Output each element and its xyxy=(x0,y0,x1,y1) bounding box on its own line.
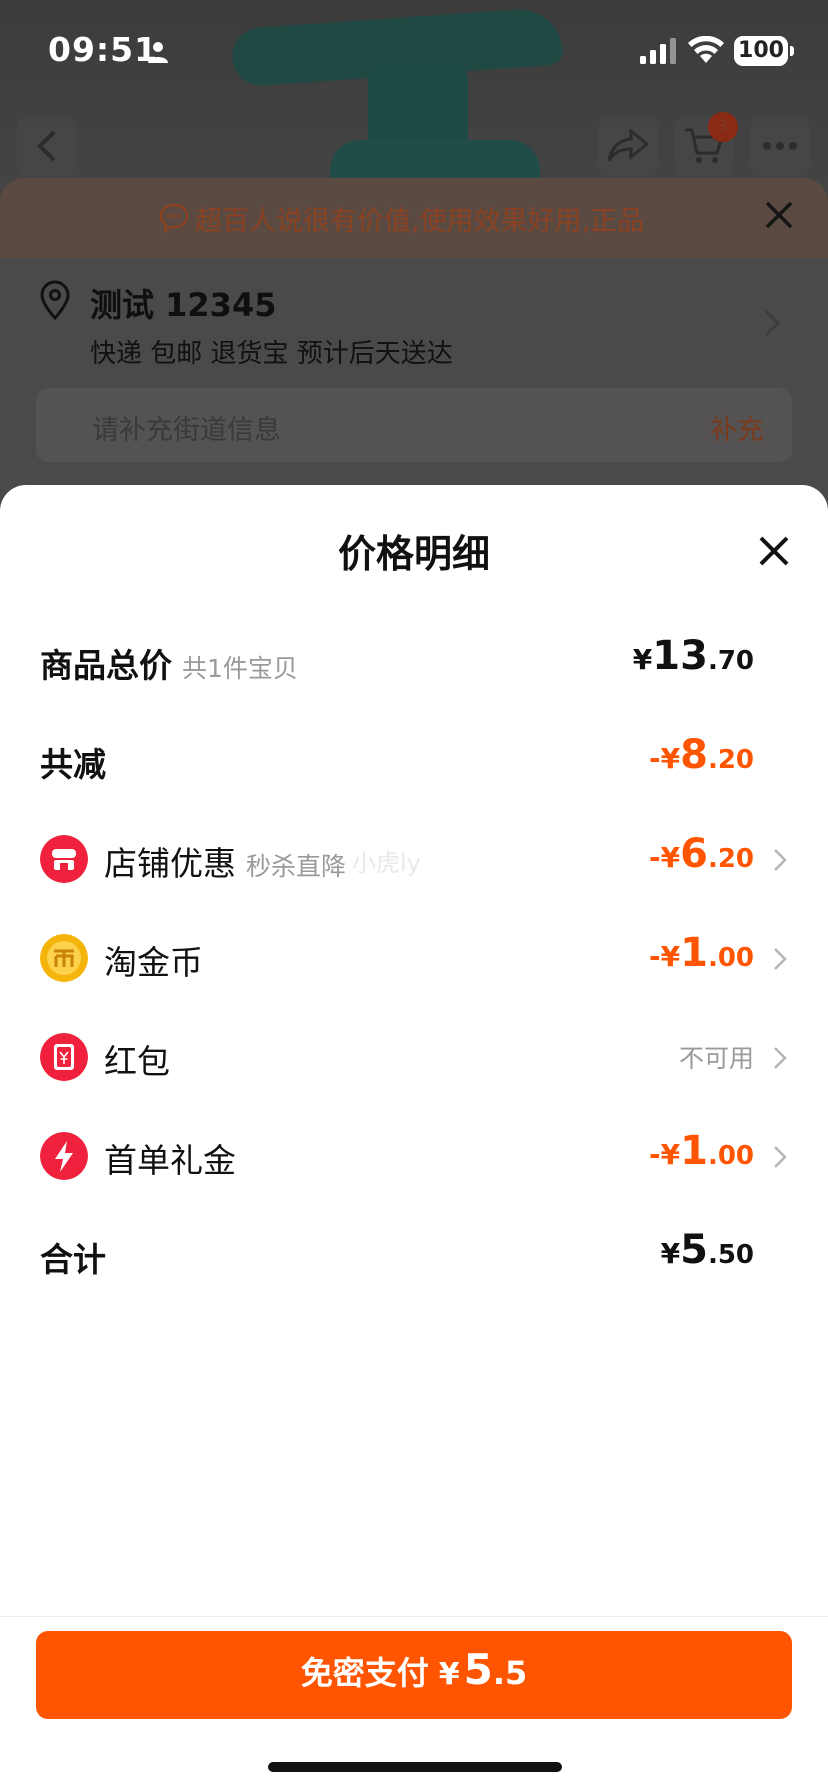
cellular-signal-icon xyxy=(640,38,676,64)
sheet-title: 价格明细 xyxy=(337,532,490,576)
close-icon[interactable] xyxy=(762,198,796,232)
amount-integer: 13 xyxy=(652,633,708,679)
total-discount-row: 共减 -¥8.20 xyxy=(0,730,828,790)
chat-bubble-icon xyxy=(159,203,189,234)
share-button[interactable] xyxy=(598,116,658,176)
chevron-left-icon xyxy=(37,130,56,162)
shop-discount-type: 秒杀直降 xyxy=(246,852,347,881)
battery-indicator: 100 xyxy=(734,36,794,66)
back-button[interactable] xyxy=(17,116,77,176)
amount-integer: 8 xyxy=(680,732,708,778)
shop-icon xyxy=(40,835,88,883)
grand-total-row: 合计 ¥5.50 xyxy=(0,1225,828,1285)
total-price-row: 商品总价 共1件宝贝 ¥13.70 xyxy=(0,631,828,691)
chevron-right-icon[interactable] xyxy=(762,308,782,338)
close-icon[interactable] xyxy=(756,533,792,569)
grand-total-amount: ¥5.50 xyxy=(661,1227,754,1273)
lightning-icon xyxy=(40,1132,88,1180)
watermark: 小虎ly xyxy=(352,849,421,877)
review-tip-text: 超百人说很有价值,使用效果好用,正品 xyxy=(195,206,645,237)
review-tip-bar: 超百人说很有价值,使用效果好用,正品 xyxy=(0,178,828,258)
total-discount-label: 共减 xyxy=(40,745,106,784)
amount-decimal: .70 xyxy=(707,646,754,676)
amount-integer: 1 xyxy=(680,930,708,976)
shop-discount-label: 店铺优惠 秒杀直降 xyxy=(104,837,346,885)
currency-symbol: -¥ xyxy=(648,742,681,775)
total-discount-amount: -¥8.20 xyxy=(649,732,754,778)
street-info-bar[interactable]: 请补充街道信息 补充 xyxy=(36,388,792,462)
share-icon xyxy=(607,129,649,162)
location-pin-icon xyxy=(40,280,70,320)
amount-integer: 5 xyxy=(680,1227,708,1273)
red-packet-row[interactable]: 红包 不可用 xyxy=(0,1027,828,1087)
currency-symbol: -¥ xyxy=(648,940,681,973)
more-button[interactable] xyxy=(750,116,810,176)
footer-divider xyxy=(0,1616,828,1617)
amount-decimal: .00 xyxy=(707,943,754,973)
total-price-label-text: 商品总价 xyxy=(40,646,172,685)
taojinbi-row[interactable]: 淘金币 -¥1.00 xyxy=(0,928,828,988)
cart-button[interactable]: 3 xyxy=(674,112,738,176)
first-order-gift-row[interactable]: 首单礼金 -¥1.00 xyxy=(0,1126,828,1186)
total-price-amount: ¥13.70 xyxy=(633,633,754,679)
total-price-label: 商品总价 共1件宝贝 xyxy=(40,639,298,687)
amount-decimal: .20 xyxy=(707,745,754,775)
first-order-gift-amount: -¥1.00 xyxy=(649,1128,754,1174)
address-name[interactable]: 测试 12345 xyxy=(90,280,276,326)
currency-symbol: ¥ xyxy=(660,1237,681,1270)
delivery-detail: 快递 包邮 退货宝 预计后天送达 xyxy=(90,339,453,369)
currency-symbol: ¥ xyxy=(632,643,653,676)
grand-total-label: 合计 xyxy=(40,1240,106,1279)
red-packet-label: 红包 xyxy=(104,1042,170,1081)
pay-button-label: 免密支付 xyxy=(300,1654,429,1692)
amount-integer: 6 xyxy=(680,831,708,877)
person-icon xyxy=(148,42,168,63)
wifi-icon xyxy=(688,36,724,63)
gold-coin-icon xyxy=(40,934,88,982)
amount-decimal: .50 xyxy=(707,1240,754,1270)
first-order-gift-label: 首单礼金 xyxy=(104,1141,236,1180)
taojinbi-label: 淘金币 xyxy=(104,943,203,982)
pay-currency-symbol: ¥ xyxy=(438,1657,460,1692)
chevron-right-icon xyxy=(774,849,787,871)
item-count: 共1件宝贝 xyxy=(182,654,298,683)
pay-amount-decimal: .5 xyxy=(492,1654,528,1692)
password-free-pay-button[interactable]: 免密支付 ¥ 5 .5 xyxy=(36,1631,792,1719)
red-packet-status: 不可用 xyxy=(678,1044,754,1073)
amount-decimal: .20 xyxy=(707,844,754,874)
order-info-card: 超百人说很有价值,使用效果好用,正品 测试 12345 快递 包邮 退货宝 预计… xyxy=(0,178,828,518)
more-dots-icon xyxy=(763,142,797,150)
chevron-right-icon xyxy=(774,948,787,970)
home-indicator xyxy=(268,1762,562,1772)
currency-symbol: -¥ xyxy=(648,841,681,874)
taojinbi-amount: -¥1.00 xyxy=(649,930,754,976)
amount-integer: 1 xyxy=(680,1128,708,1174)
chevron-right-icon xyxy=(774,1047,787,1069)
status-time: 09:51 xyxy=(48,30,159,69)
supplement-button[interactable]: 补充 xyxy=(710,408,764,447)
price-detail-sheet: 价格明细 商品总价 共1件宝贝 ¥13.70 共减 -¥8.20 店铺优惠 秒杀直降… xyxy=(0,485,828,1792)
cart-count-badge: 3 xyxy=(708,112,738,142)
currency-symbol: -¥ xyxy=(648,1138,681,1171)
status-bar: 09:51 100 xyxy=(0,0,828,100)
shop-discount-amount: -¥6.20 xyxy=(649,831,754,877)
street-info-prompt: 请补充街道信息 xyxy=(92,415,281,446)
pay-amount-integer: 5 xyxy=(463,1645,493,1694)
red-packet-icon xyxy=(40,1033,88,1081)
chevron-right-icon xyxy=(774,1146,787,1168)
shop-discount-label-text: 店铺优惠 xyxy=(104,844,236,883)
amount-decimal: .00 xyxy=(707,1141,754,1171)
